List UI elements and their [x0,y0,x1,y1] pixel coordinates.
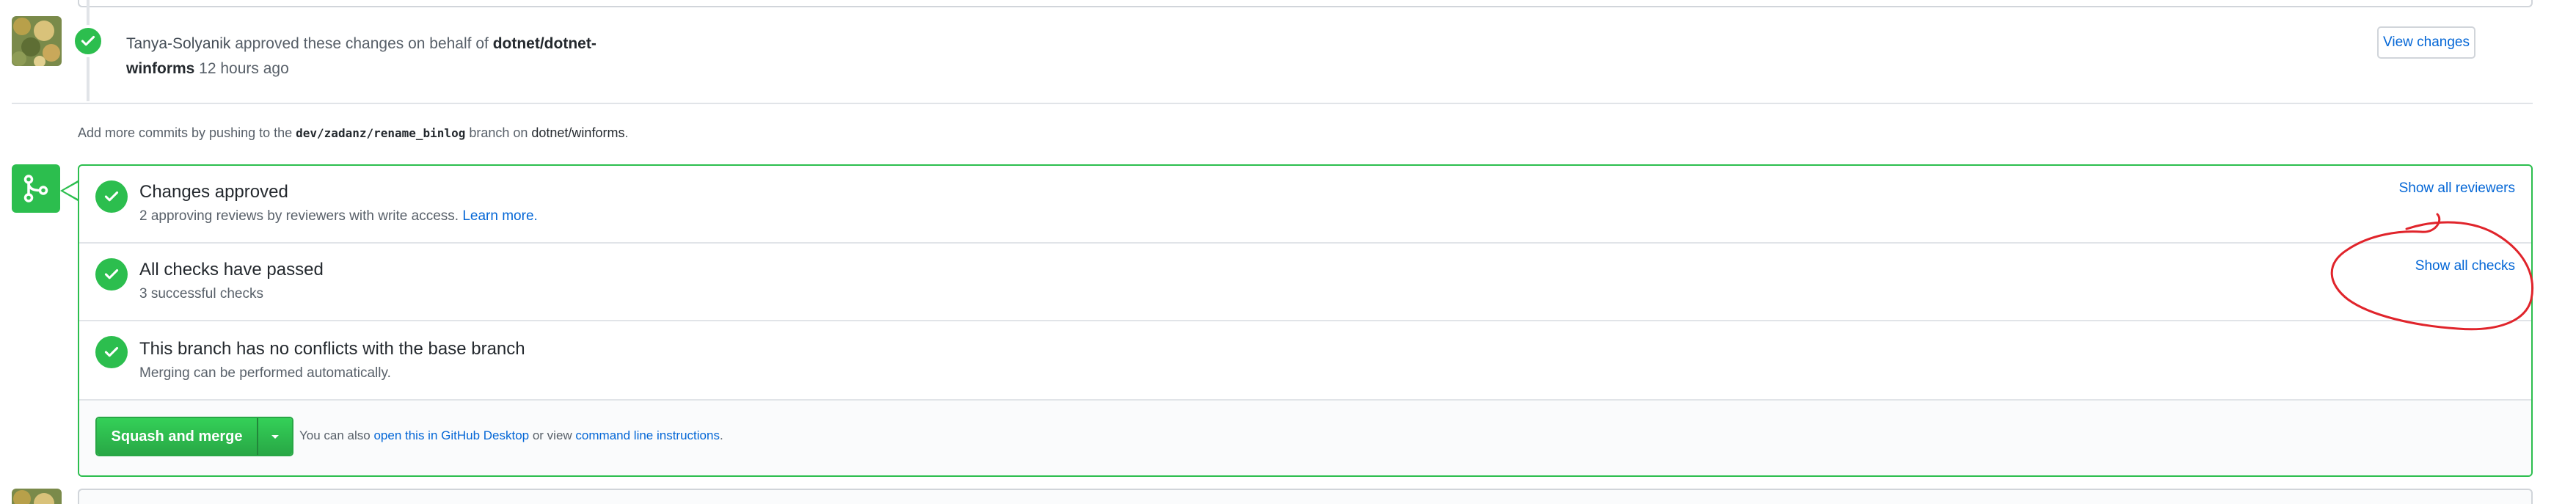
check-icon [104,269,119,280]
merge-footer: Squash and merge You can also open this … [79,401,2531,475]
open-in-desktop-link[interactable]: open this in GitHub Desktop [373,428,529,442]
check-icon [81,35,95,46]
reviews-status [95,180,128,213]
checks-subtitle: 3 successful checks [139,286,263,302]
reviewer-avatar[interactable] [12,16,62,66]
checks-title: All checks have passed [139,260,324,280]
avatar-image [12,16,62,66]
org-name-part2: winforms [126,60,195,77]
org-name-part1: dotnet/dotnet- [492,35,596,52]
squash-and-merge-button[interactable]: Squash and merge [97,418,257,455]
checks-status [95,258,128,291]
annotation-circle [2330,213,2533,331]
hint-prefix: Add more commits by pushing to the [78,125,296,140]
next-comment-box [78,489,2533,504]
conflicts-title: This branch has no conflicts with the ba… [139,339,525,359]
merge-status-icon [12,164,60,213]
repo-name[interactable]: dotnet/winforms [531,125,624,140]
view-changes-button[interactable]: View changes [2377,26,2475,59]
conflicts-status [95,336,128,368]
reviews-subtitle: 2 approving reviews by reviewers with wr… [139,208,538,224]
check-icon [104,346,119,357]
timeline-separator [12,103,2533,104]
alt-middle: or view [529,428,576,442]
alt-suffix: . [719,428,723,442]
timeline-line [87,0,90,26]
merge-box: Changes approved 2 approving reviews by … [78,164,2533,477]
head-branch-name[interactable]: dev/zadanz/rename_binlog [296,126,465,140]
conflicts-section: This branch has no conflicts with the ba… [79,321,2531,401]
review-action-text: approved these changes on behalf of [230,35,493,52]
check-icon [104,191,119,202]
show-all-reviewers-link[interactable]: Show all reviewers [2399,180,2515,197]
triangle-down-icon [271,435,279,439]
hint-suffix: . [624,125,629,140]
review-time[interactable]: 12 hours ago [194,60,289,77]
next-avatar[interactable] [12,489,62,504]
reviews-title: Changes approved [139,182,288,202]
merge-box-pointer-inner [63,183,78,199]
merge-button-group: Squash and merge [95,417,293,456]
review-event: Tanya-Solyanik approved these changes on… [126,32,625,81]
push-commits-hint: Add more commits by pushing to the dev/z… [78,125,628,141]
hint-middle: branch on [465,125,532,140]
cli-instructions-link[interactable]: command line instructions [575,428,720,442]
checks-section: All checks have passed 3 successful chec… [79,244,2531,321]
avatar-image [12,489,62,504]
previous-comment-box [78,0,2533,7]
timeline-line [87,57,90,101]
learn-more-link[interactable]: Learn more. [462,208,537,224]
merge-method-dropdown[interactable] [257,418,292,455]
conflicts-subtitle: Merging can be performed automatically. [139,365,391,381]
reviewer-link[interactable]: Tanya-Solyanik [126,35,230,52]
reviews-section: Changes approved 2 approving reviews by … [79,166,2531,244]
reviews-subtitle-text: 2 approving reviews by reviewers with wr… [139,208,463,224]
git-merge-icon [23,175,48,202]
alt-prefix: You can also [299,428,374,442]
merge-alternatives-text: You can also open this in GitHub Desktop… [299,428,723,443]
approved-badge [72,25,104,57]
